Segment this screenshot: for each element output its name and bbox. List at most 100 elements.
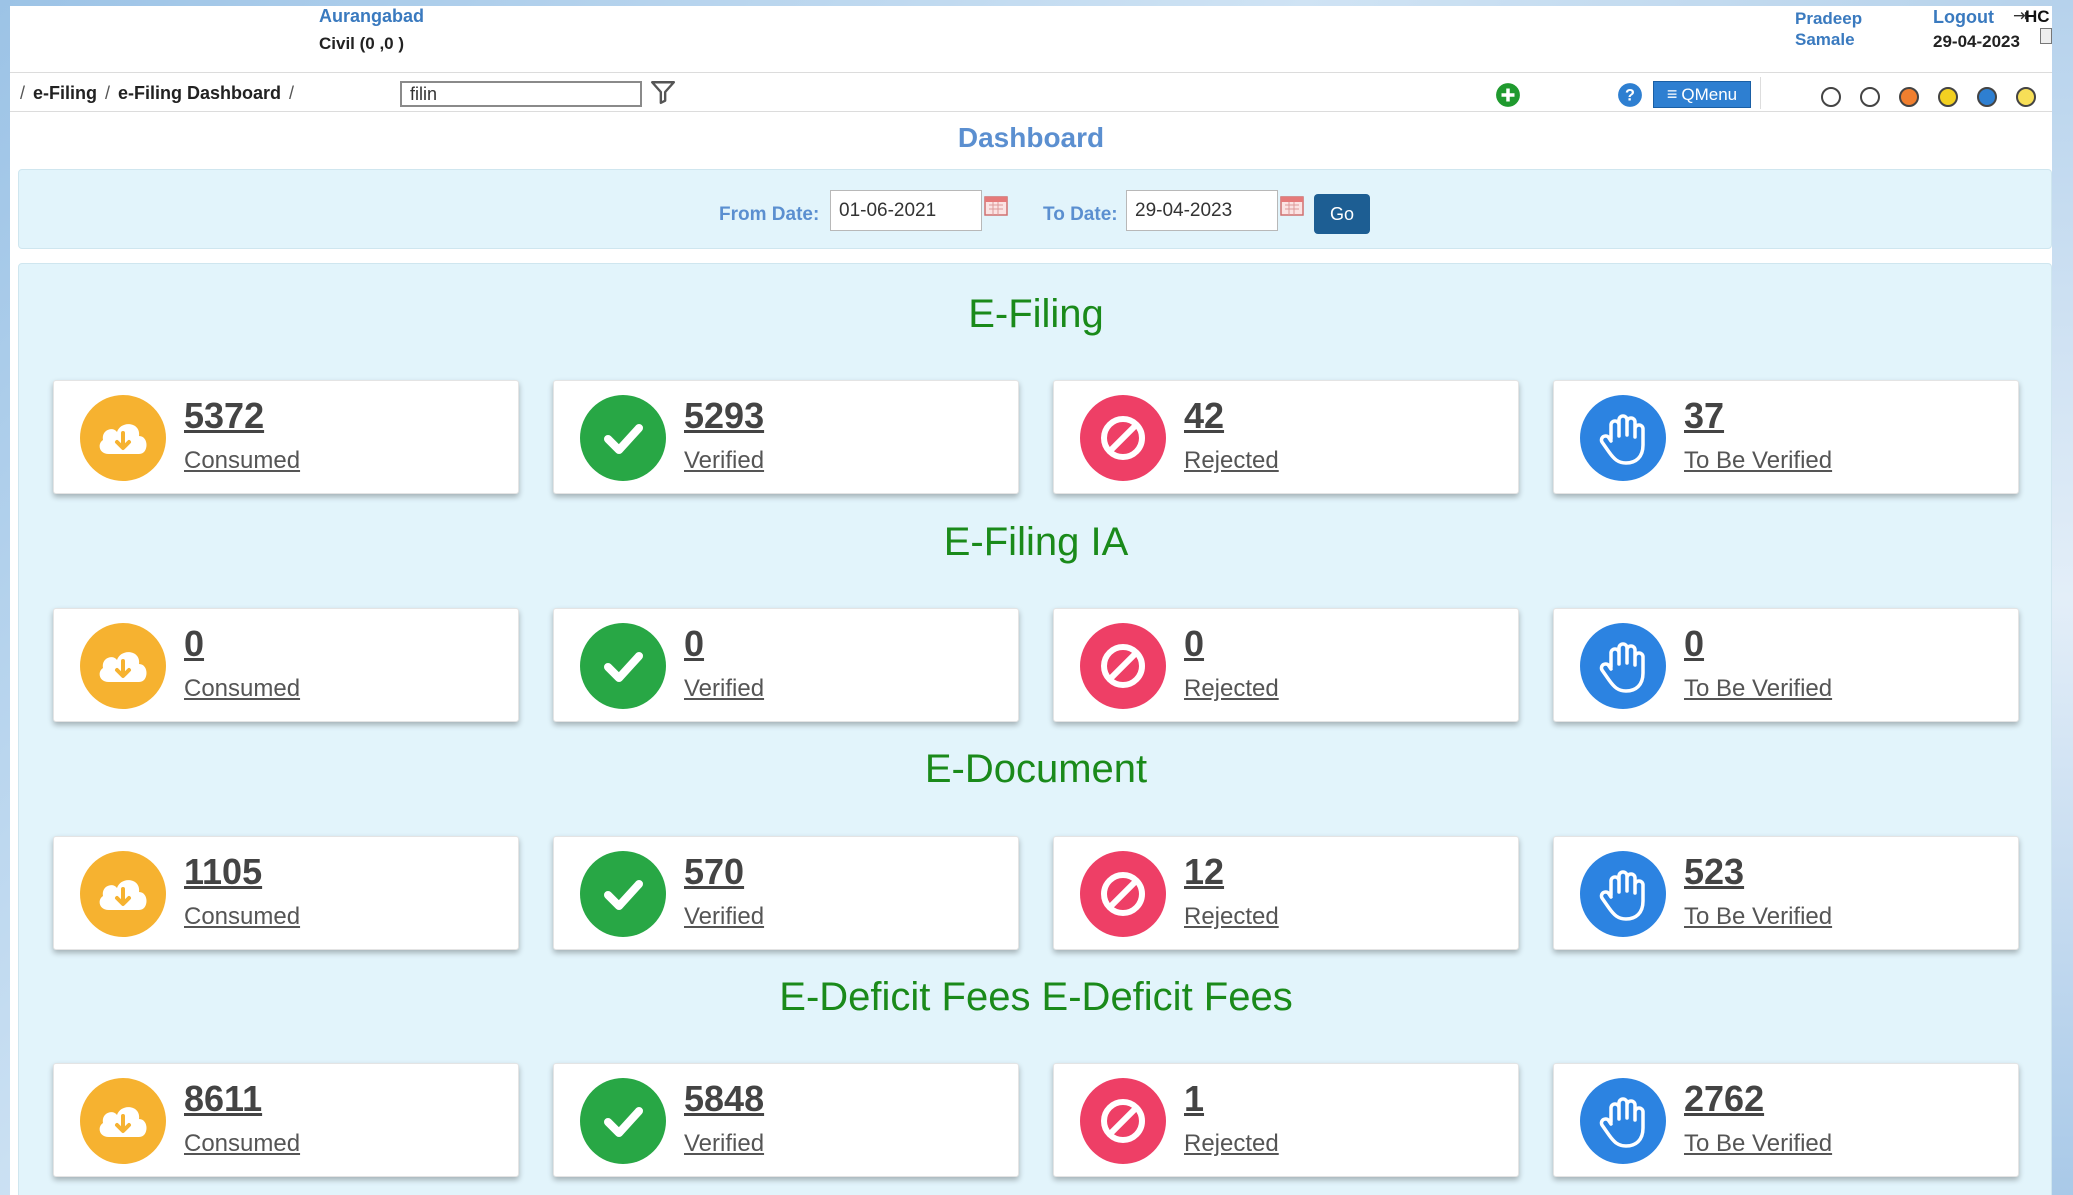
hc-label: HC (2025, 7, 2050, 26)
section-title-edocument: E-Document (924, 747, 1148, 791)
card-edocument-rejected[interactable]: 12 Rejected (1053, 836, 1519, 950)
card-count[interactable]: 2762 (1684, 1078, 1764, 1120)
current-date: 29-04-2023 (1933, 32, 2020, 51)
card-label[interactable]: Verified (684, 675, 764, 703)
card-efiling-to-be-verified[interactable]: 37 To Be Verified (1553, 380, 2019, 494)
logout-link[interactable]: Logout (1933, 7, 1994, 28)
card-label[interactable]: Rejected (1184, 903, 1279, 931)
card-edocument-verified[interactable]: 570 Verified (553, 836, 1019, 950)
qmenu-button[interactable]: ≡ QMenu (1653, 81, 1751, 108)
card-efiling-verified[interactable]: 5293 Verified (553, 380, 1019, 494)
to-date-label: To Date: (1043, 204, 1118, 225)
card-label[interactable]: Verified (684, 903, 764, 931)
hand-icon (1580, 395, 1666, 481)
from-date-input[interactable] (830, 190, 982, 231)
card-efiling-rejected[interactable]: 42 Rejected (1053, 380, 1519, 494)
menu-icon: ≡ (1666, 84, 1678, 104)
help-icon[interactable]: ? (1617, 82, 1643, 108)
theme-dot-3[interactable] (1899, 87, 1919, 107)
check-icon (580, 851, 666, 937)
theme-dot-5[interactable] (1977, 87, 1997, 107)
nav-bar: /e-Filing/e-Filing Dashboard/ ? ≡ QMenu (10, 72, 2052, 112)
card-count[interactable]: 0 (184, 623, 204, 665)
card-count[interactable]: 523 (1684, 851, 1744, 893)
card-label[interactable]: Consumed (184, 903, 300, 931)
card-label[interactable]: Rejected (1184, 675, 1279, 703)
ban-icon (1080, 851, 1166, 937)
card-label[interactable]: Verified (684, 447, 764, 475)
card-count[interactable]: 0 (1184, 623, 1204, 665)
card-efiling-consumed[interactable]: 5372 Consumed (53, 380, 519, 494)
card-efiling-ia-rejected[interactable]: 0 Rejected (1053, 608, 1519, 722)
card-edeficit-to-be-verified[interactable]: 2762 To Be Verified (1553, 1063, 2019, 1177)
card-label[interactable]: Consumed (184, 447, 300, 475)
section-title-efiling: E-Filing (968, 292, 1104, 336)
to-date-input[interactable] (1126, 190, 1278, 231)
card-count[interactable]: 0 (1684, 623, 1704, 665)
card-label[interactable]: To Be Verified (1684, 675, 1832, 703)
card-edeficit-consumed[interactable]: 8611 Consumed (53, 1063, 519, 1177)
card-edeficit-verified[interactable]: 5848 Verified (553, 1063, 1019, 1177)
ban-icon (1080, 395, 1166, 481)
card-count[interactable]: 5848 (684, 1078, 764, 1120)
card-label[interactable]: Rejected (1184, 1130, 1279, 1158)
breadcrumb-item-efiling[interactable]: e-Filing (33, 83, 97, 103)
card-edocument-to-be-verified[interactable]: 523 To Be Verified (1553, 836, 2019, 950)
card-efiling-ia-consumed[interactable]: 0 Consumed (53, 608, 519, 722)
go-button[interactable]: Go (1314, 194, 1370, 234)
card-count[interactable]: 1105 (184, 851, 262, 893)
card-label[interactable]: To Be Verified (1684, 903, 1832, 931)
card-label[interactable]: To Be Verified (1684, 1130, 1832, 1158)
card-label[interactable]: Consumed (184, 675, 300, 703)
cloud-download-icon (80, 623, 166, 709)
breadcrumb: / e-Filing / e-Filing Dashboard / (20, 83, 295, 103)
page-title: Dashboard (957, 122, 1105, 153)
card-edocument-consumed[interactable]: 1105 Consumed (53, 836, 519, 950)
to-date-calendar-icon[interactable] (1280, 194, 1304, 216)
hand-icon (1580, 623, 1666, 709)
card-count[interactable]: 5293 (684, 395, 764, 437)
ban-icon (1080, 623, 1166, 709)
check-icon (580, 623, 666, 709)
calendar-icon[interactable] (2040, 28, 2052, 44)
theme-dot-2[interactable] (1860, 87, 1880, 107)
card-efiling-ia-verified[interactable]: 0 Verified (553, 608, 1019, 722)
card-count[interactable]: 8611 (184, 1078, 262, 1120)
card-count[interactable]: 570 (684, 851, 744, 893)
card-count[interactable]: 5372 (184, 395, 264, 437)
theme-dot-6[interactable] (2016, 87, 2036, 107)
ban-icon (1080, 1078, 1166, 1164)
card-label[interactable]: Rejected (1184, 447, 1279, 475)
card-label[interactable]: Verified (684, 1130, 764, 1158)
card-count[interactable]: 1 (1184, 1078, 1204, 1120)
cloud-download-icon (80, 1078, 166, 1164)
card-label[interactable]: To Be Verified (1684, 447, 1832, 475)
theme-selector (1760, 77, 2052, 109)
from-date-calendar-icon[interactable] (984, 194, 1008, 216)
svg-text:?: ? (1625, 86, 1635, 104)
card-count[interactable]: 12 (1184, 851, 1224, 893)
check-icon (580, 1078, 666, 1164)
theme-dot-1[interactable] (1821, 87, 1841, 107)
card-count[interactable]: 0 (684, 623, 704, 665)
breadcrumb-item-dashboard[interactable]: e-Filing Dashboard (118, 83, 281, 103)
card-edeficit-rejected[interactable]: 1 Rejected (1053, 1063, 1519, 1177)
card-label[interactable]: Consumed (184, 1130, 300, 1158)
date-filter-panel: From Date: To Date: Go (18, 169, 2052, 249)
section-title-edeficit-fees: E-Deficit Fees E-Deficit Fees (779, 975, 1293, 1019)
court-name: Aurangabad (319, 6, 425, 26)
qmenu-label: QMenu (1681, 84, 1738, 104)
card-count[interactable]: 37 (1684, 395, 1724, 437)
filter-icon[interactable] (650, 79, 676, 105)
cloud-download-icon (80, 851, 166, 937)
add-icon[interactable] (1495, 82, 1521, 108)
check-icon (580, 395, 666, 481)
menu-search-input[interactable] (400, 81, 642, 107)
user-name-link[interactable]: Pradeep Samale (1795, 8, 1905, 50)
section-title-efiling-ia: E-Filing IA (943, 520, 1129, 564)
hand-icon (1580, 1078, 1666, 1164)
theme-dot-4[interactable] (1938, 87, 1958, 107)
card-efiling-ia-to-be-verified[interactable]: 0 To Be Verified (1553, 608, 2019, 722)
window-edge (2052, 0, 2073, 1195)
card-count[interactable]: 42 (1184, 395, 1224, 437)
